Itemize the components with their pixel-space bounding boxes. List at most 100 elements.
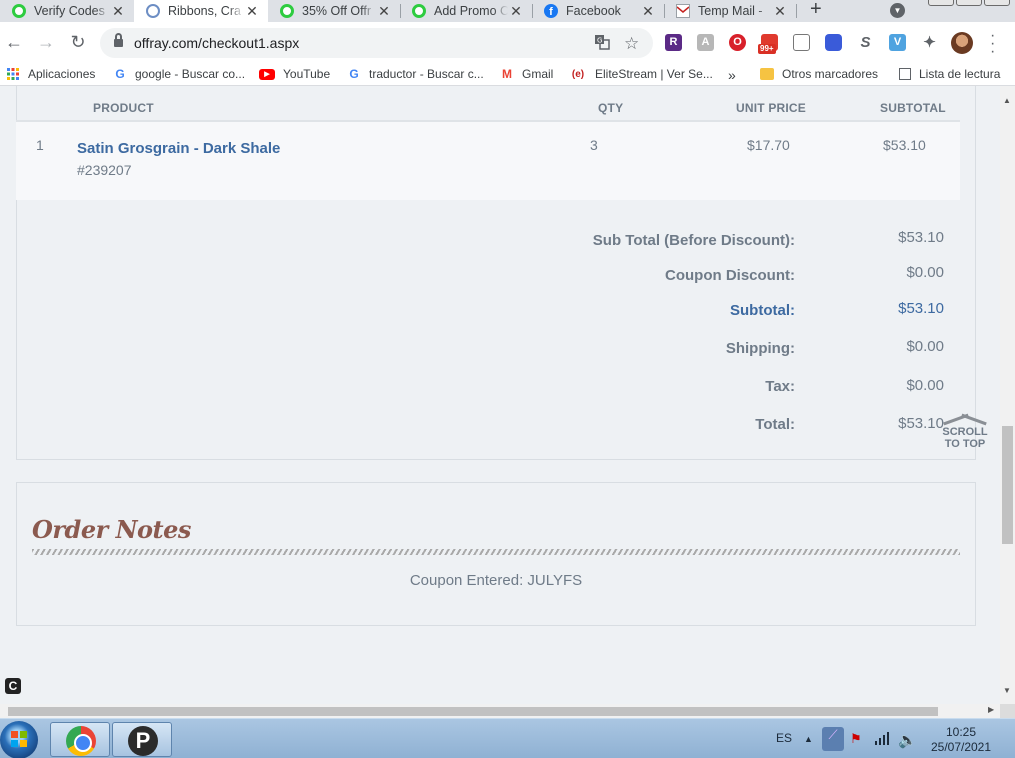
bookmark-star-icon[interactable]: ☆ — [624, 34, 639, 54]
menu-kebab-icon[interactable]: · · · — [990, 28, 995, 60]
system-clock[interactable]: 10:25 25/07/2021 — [922, 725, 1000, 755]
tab-verify-codes[interactable]: Verify Codes ✕ — [0, 0, 134, 22]
extension-s-icon[interactable]: S — [857, 34, 874, 51]
url-text[interactable]: offray.com/checkout1.aspx — [134, 35, 299, 51]
tab-add-promo[interactable]: Add Promo C ✕ — [400, 0, 532, 22]
loading-ring-icon — [146, 4, 160, 18]
chevron-up-icon — [943, 412, 987, 426]
column-unit-price: UNIT PRICE — [736, 101, 807, 115]
c-widget-icon[interactable]: C — [5, 678, 21, 694]
tab-search-icon[interactable]: ▼ — [890, 3, 905, 18]
tab-temp-mail[interactable]: Temp Mail - ✕ — [664, 0, 796, 22]
apps-grid-icon — [6, 67, 20, 81]
opera-icon[interactable]: O — [729, 34, 746, 51]
reading-list-icon — [899, 68, 911, 80]
scroll-to-top-button[interactable]: SCROLL TO TOP — [940, 412, 990, 450]
bookmarks-overflow-button[interactable]: » — [728, 67, 736, 83]
taskbar-p-app-button[interactable]: P — [112, 722, 172, 757]
close-icon[interactable]: ✕ — [376, 3, 392, 20]
total-label: Total: — [755, 416, 795, 433]
product-sku: #239207 — [77, 162, 132, 178]
tab-35-off[interactable]: 35% Off Offr ✕ — [268, 0, 400, 22]
new-tab-button[interactable]: + — [810, 0, 822, 22]
network-signal-icon[interactable] — [874, 731, 890, 748]
translate-icon[interactable]: G — [594, 34, 610, 54]
bookmark-google-search[interactable]: G google - Buscar co... — [113, 67, 245, 81]
google-icon: G — [349, 67, 359, 81]
order-notes-box: Order Notes Coupon Entered: JULYFS — [16, 482, 976, 626]
subtotal-before-discount-label: Sub Total (Before Discount): — [592, 232, 795, 249]
row-index: 1 — [36, 137, 44, 153]
bookmark-apps[interactable]: Aplicaciones — [6, 67, 95, 81]
svg-text:G: G — [597, 37, 602, 45]
feather-tray-icon[interactable]: ⟋ — [822, 727, 844, 751]
close-icon[interactable]: ✕ — [110, 3, 126, 20]
tab-ribbons[interactable]: Ribbons, Cra ✕ — [134, 0, 268, 22]
minimize-button[interactable] — [928, 0, 954, 6]
windows-start-button[interactable] — [0, 721, 38, 758]
tab-title: Add Promo C — [434, 4, 508, 18]
back-arrow-icon[interactable]: ← — [2, 30, 26, 54]
bookmark-label: Otros marcadores — [782, 67, 879, 81]
bookmark-label: traductor - Buscar c... — [369, 67, 484, 81]
product-name-link[interactable]: Satin Grosgrain - Dark Shale — [77, 140, 280, 157]
tab-facebook[interactable]: f Facebook ✕ — [532, 0, 664, 22]
scroll-down-arrow-icon[interactable]: ▼ — [1003, 686, 1011, 695]
google-icon: G — [115, 67, 125, 81]
bookmark-elitestream[interactable]: (e) EliteStream | Ver Se... — [569, 67, 713, 81]
tab-title: 35% Off Offr — [302, 4, 372, 18]
close-icon[interactable]: ✕ — [244, 3, 260, 20]
reading-list-button[interactable]: Lista de lectura — [899, 67, 1000, 81]
taskbar-chrome-button[interactable] — [50, 722, 110, 757]
address-bar[interactable]: offray.com/checkout1.aspx G ☆ — [100, 28, 653, 58]
bookmark-label: Gmail — [522, 67, 554, 81]
extension-r-icon[interactable]: R — [665, 34, 682, 51]
bookmark-label: YouTube — [283, 67, 331, 81]
gmail-icon: M — [502, 67, 512, 81]
maximize-button[interactable] — [956, 0, 982, 6]
tab-separator — [796, 4, 797, 18]
close-icon[interactable]: ✕ — [772, 3, 788, 20]
forward-arrow-icon[interactable]: → — [34, 30, 58, 54]
scroll-up-arrow-icon[interactable]: ▲ — [1003, 96, 1011, 105]
window-controls — [920, 0, 1015, 8]
vertical-scrollbar[interactable]: ▲ ▼ — [1000, 86, 1015, 704]
lock-icon — [114, 33, 123, 48]
bookmark-traductor[interactable]: G traductor - Buscar c... — [347, 67, 484, 81]
extension-cloud-icon[interactable] — [793, 34, 810, 51]
show-hidden-icons-icon[interactable]: ▲ — [804, 734, 813, 744]
close-icon[interactable]: ✕ — [640, 3, 656, 20]
language-indicator[interactable]: ES — [776, 731, 792, 745]
product-qty: 3 — [590, 137, 598, 153]
scrollbar-thumb[interactable] — [8, 707, 938, 716]
product-subtotal: $53.10 — [883, 137, 926, 153]
horizontal-scrollbar[interactable]: ▶ — [0, 704, 1000, 718]
close-window-button[interactable] — [984, 0, 1010, 6]
extension-camera-icon[interactable] — [825, 34, 842, 51]
facebook-icon: f — [544, 4, 558, 18]
subtotal-label: Subtotal: — [730, 302, 795, 319]
other-bookmarks-folder[interactable]: Otros marcadores — [760, 67, 878, 81]
extension-a-icon[interactable]: A — [697, 34, 714, 51]
table-row: 1 Satin Grosgrain - Dark Shale #239207 3… — [16, 122, 960, 200]
subtotal-value: $53.10 — [898, 300, 944, 317]
scrollbar-thumb[interactable] — [1002, 426, 1013, 544]
extension-v-icon[interactable]: V — [889, 34, 906, 51]
scroll-right-arrow-icon[interactable]: ▶ — [988, 705, 994, 714]
tab-title: Facebook — [566, 4, 621, 18]
puzzle-extensions-icon[interactable]: ✦ — [921, 34, 938, 51]
profile-avatar[interactable] — [951, 32, 973, 54]
bookmark-gmail[interactable]: M Gmail — [500, 67, 553, 81]
action-center-flag-icon[interactable]: ⚑ — [850, 731, 862, 747]
close-icon[interactable]: ✕ — [508, 3, 524, 20]
page-viewport: PRODUCT QTY UNIT PRICE SUBTOTAL 1 Satin … — [0, 86, 1000, 704]
reload-icon[interactable]: ↻ — [66, 30, 90, 54]
product-unit-price: $17.70 — [747, 137, 790, 153]
bookmark-youtube[interactable]: ▶ YouTube — [259, 67, 330, 81]
subtotal-before-discount-value: $53.10 — [898, 229, 944, 246]
mail-icon — [676, 4, 690, 18]
volume-icon[interactable]: 🔈 — [898, 731, 917, 749]
bookmark-label: Aplicaciones — [28, 67, 96, 81]
chrome-icon — [66, 726, 96, 756]
tab-title: Ribbons, Cra — [168, 4, 241, 18]
